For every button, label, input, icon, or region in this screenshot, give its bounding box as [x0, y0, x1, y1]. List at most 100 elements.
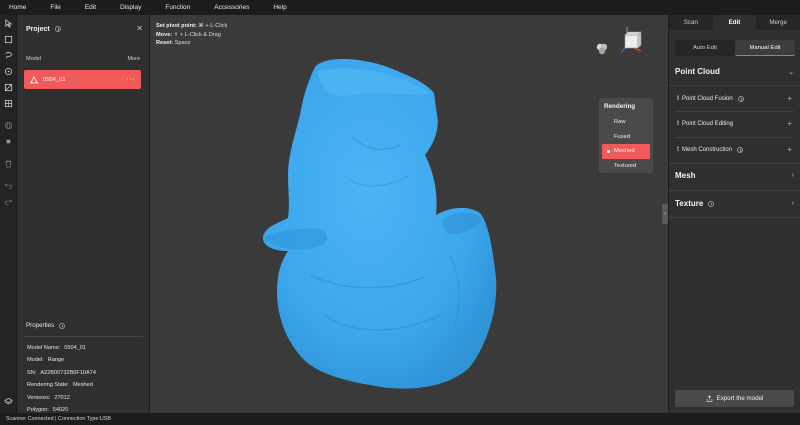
model-menu-button[interactable]: ···	[127, 76, 136, 83]
brush-select-icon[interactable]	[0, 63, 17, 79]
project-panel: Project ✕ Model More 0504_01 ··· Propert…	[17, 15, 150, 413]
menu-display[interactable]: Display	[120, 4, 141, 11]
mesh-section-header[interactable]: Mesh ›	[675, 171, 794, 180]
info-icon[interactable]	[737, 147, 744, 153]
edit-mode-toggle: Auto Edit Manual Edit	[675, 40, 795, 56]
property-row: Vertexes: 27012	[27, 392, 96, 404]
section-label: Point Cloud	[675, 67, 720, 76]
stop-icon[interactable]	[0, 133, 17, 149]
property-value: Meshed	[72, 382, 93, 389]
render-option-meshed[interactable]: Meshed	[602, 144, 650, 159]
property-value: 27012	[54, 394, 70, 401]
3d-viewport[interactable]: Set pivot point: ⌘ + L-Click Move: ⇧ + L…	[150, 15, 668, 413]
properties-title: Properties	[26, 322, 55, 329]
menu-file[interactable]: File	[50, 4, 60, 11]
point-cloud-section-header[interactable]: Point Cloud ⌄	[675, 67, 794, 76]
info-icon[interactable]	[708, 200, 715, 207]
property-key: Model Name:	[27, 345, 61, 351]
tool-strip	[0, 15, 17, 413]
render-option-textured[interactable]: Textured	[599, 159, 653, 174]
point-cloud-fusion-item[interactable]: ! Point Cloud Fusion +	[677, 95, 792, 103]
menu-help[interactable]: Help	[273, 4, 286, 11]
info-icon[interactable]	[54, 26, 61, 32]
hint-label: Reset:	[156, 40, 174, 46]
hint-value: ⇧ + L-Click & Drag	[172, 31, 221, 38]
redo-icon[interactable]	[0, 193, 17, 209]
close-icon[interactable]: ✕	[136, 25, 143, 33]
status-bar: Scanner Connected | Connection Type:USB	[0, 413, 800, 425]
tab-merge[interactable]: Merge	[756, 15, 800, 30]
info-icon[interactable]	[59, 322, 66, 329]
globe-icon[interactable]	[0, 117, 17, 133]
info-icon[interactable]	[737, 96, 744, 102]
hint-value: ⌘ + L-Click	[196, 23, 228, 29]
property-key: SN:	[27, 369, 37, 376]
divider	[669, 85, 800, 86]
properties-header: Properties	[26, 322, 66, 329]
rendering-panel: Rendering Raw Fused Meshed Textured	[599, 98, 653, 173]
item-label: Point Cloud Editing	[682, 121, 734, 127]
export-label: Export the model	[716, 395, 764, 402]
model-list-item[interactable]: 0504_01 ···	[24, 70, 141, 89]
duck-mesh-model[interactable]	[150, 15, 668, 413]
project-header: Project ✕	[26, 24, 143, 34]
item-label: Mesh Construction	[682, 147, 733, 153]
texture-section-header[interactable]: Texture ›	[675, 199, 794, 208]
render-option-fused[interactable]: Fused	[599, 130, 653, 145]
menu-home[interactable]: Home	[9, 4, 26, 11]
undo-icon[interactable]	[0, 177, 17, 193]
property-key: Model:	[27, 357, 44, 364]
mesh-triangle-icon	[30, 75, 38, 84]
hint-move: Move: ⇧ + L-Click & Drag	[156, 31, 227, 40]
grid-select-icon[interactable]	[0, 95, 17, 111]
divider	[675, 111, 794, 112]
property-row: SN: A22B00732B6F10A74	[27, 367, 96, 379]
edit-panel: Scan Edit Merge Auto Edit Manual Edit Po…	[668, 15, 800, 413]
add-icon[interactable]: +	[787, 95, 792, 103]
box-select-icon[interactable]	[0, 31, 17, 47]
chevron-down-icon: ⌄	[788, 68, 794, 76]
hint-label: Move:	[156, 31, 173, 38]
warning-icon: !	[677, 147, 679, 153]
view-cube-icon[interactable]	[619, 25, 645, 57]
render-option-raw[interactable]: Raw	[599, 115, 653, 130]
export-icon	[706, 395, 712, 402]
model-label: Model	[26, 56, 41, 62]
layers-icon[interactable]	[0, 393, 17, 409]
more-button[interactable]: More	[127, 56, 140, 62]
section-label: Mesh	[675, 171, 696, 180]
property-row: Model: Range	[27, 354, 96, 366]
select-arrow-icon[interactable]	[0, 15, 17, 31]
item-label: Point Cloud Fusion	[682, 96, 733, 102]
add-icon[interactable]: +	[787, 120, 792, 128]
project-title: Project	[26, 25, 50, 33]
invert-select-icon[interactable]	[0, 79, 17, 95]
menu-function[interactable]: Function	[165, 4, 190, 11]
auto-edit-toggle[interactable]: Auto Edit	[675, 40, 735, 56]
menu-edit[interactable]: Edit	[85, 4, 96, 11]
divider	[24, 336, 143, 337]
manual-edit-toggle[interactable]: Manual Edit	[735, 40, 795, 56]
tab-edit[interactable]: Edit	[712, 15, 757, 30]
chevron-right-icon: ›	[791, 200, 794, 207]
lasso-icon[interactable]	[0, 47, 17, 63]
connection-status: Scanner Connected | Connection Type:USB	[6, 416, 111, 422]
delete-icon[interactable]	[0, 155, 17, 171]
export-model-button[interactable]: Export the model	[675, 390, 794, 407]
menu-accessories[interactable]: Accessories	[214, 4, 249, 11]
mesh-construction-item[interactable]: ! Mesh Construction +	[677, 146, 792, 154]
mode-tabs: Scan Edit Merge	[669, 15, 800, 30]
lighting-icon[interactable]	[595, 42, 609, 56]
tab-scan[interactable]: Scan	[669, 15, 713, 30]
warning-icon: !	[677, 96, 679, 102]
property-value: 0504_01	[64, 345, 87, 351]
add-icon[interactable]: +	[787, 146, 792, 154]
point-cloud-editing-item[interactable]: ! Point Cloud Editing +	[677, 120, 792, 128]
hint-pivot: Set pivot point: ⌘ + L-Click	[156, 22, 227, 31]
property-value: A22B00732B6F10A74	[40, 369, 97, 376]
divider	[669, 217, 800, 218]
property-row: Rendering State: Meshed	[27, 379, 96, 391]
navigation-hints: Set pivot point: ⌘ + L-Click Move: ⇧ + L…	[156, 22, 227, 48]
chevron-right-icon: ›	[791, 172, 794, 179]
divider	[669, 163, 800, 164]
